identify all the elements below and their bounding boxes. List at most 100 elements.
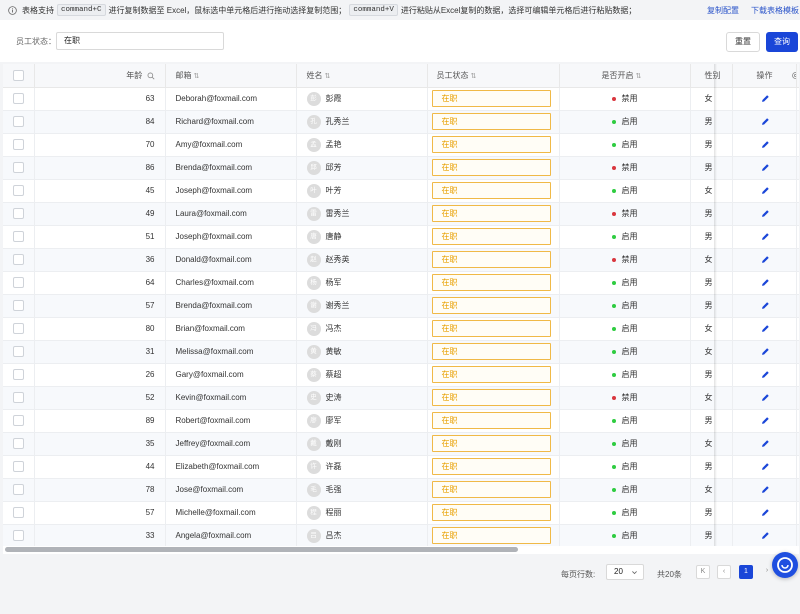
table-row[interactable]: 84 Richard@foxmail.com 孔孔秀兰 在职 启用男	[3, 110, 799, 134]
status-editor[interactable]: 在职	[431, 297, 551, 314]
rows-per-page-select[interactable]: 20	[606, 564, 644, 580]
row-checkbox-cell[interactable]	[3, 432, 35, 456]
sex-cell[interactable]: 男	[690, 363, 733, 387]
status-cell[interactable]: 在职	[427, 409, 560, 433]
status-cell[interactable]: 在职	[427, 363, 560, 387]
status-editor[interactable]: 在职	[431, 435, 551, 452]
edit-pencil-icon[interactable]	[761, 140, 770, 149]
status-editor[interactable]: 在职	[431, 366, 551, 383]
row-checkbox[interactable]	[12, 323, 24, 334]
row-checkbox[interactable]	[12, 415, 24, 426]
age-cell[interactable]: 45	[34, 179, 166, 203]
status-cell[interactable]: 在职	[427, 87, 560, 111]
row-checkbox[interactable]	[12, 93, 24, 104]
enabled-cell[interactable]: 启用	[559, 110, 691, 134]
edit-pencil-icon[interactable]	[761, 324, 770, 333]
enabled-cell[interactable]: 启用	[559, 455, 691, 479]
row-checkbox[interactable]	[12, 116, 24, 127]
enabled-cell[interactable]: 启用	[559, 501, 691, 525]
email-cell[interactable]: Donald@foxmail.com	[165, 248, 297, 272]
table-row[interactable]: 35 Jeffrey@foxmail.com 戴戴刚 在职 启用女	[3, 432, 799, 456]
row-checkbox-cell[interactable]	[3, 524, 35, 548]
enabled-cell[interactable]: 启用	[559, 133, 691, 157]
table-row[interactable]: 70 Amy@foxmail.com 孟孟艳 在职 启用男	[3, 133, 799, 157]
age-cell[interactable]: 33	[34, 524, 166, 548]
enabled-cell[interactable]: 禁用	[559, 248, 691, 272]
age-cell[interactable]: 89	[34, 409, 166, 433]
edit-pencil-icon[interactable]	[761, 186, 770, 195]
status-cell[interactable]: 在职	[427, 133, 560, 157]
email-cell[interactable]: Brenda@foxmail.com	[165, 156, 297, 180]
enabled-cell[interactable]: 启用	[559, 294, 691, 318]
table-row[interactable]: 86 Brenda@foxmail.com 邱邱芳 在职 禁用男	[3, 156, 799, 180]
status-cell[interactable]: 在职	[427, 271, 560, 295]
header-email[interactable]: 邮箱 ⇅	[165, 64, 297, 88]
status-cell[interactable]: 在职	[427, 386, 560, 410]
row-checkbox[interactable]	[12, 231, 24, 242]
edit-pencil-icon[interactable]	[761, 347, 770, 356]
status-cell[interactable]: 在职	[427, 110, 560, 134]
status-cell[interactable]: 在职	[427, 455, 560, 479]
name-cell[interactable]: 彭彭霞	[296, 87, 428, 111]
edit-pencil-icon[interactable]	[761, 370, 770, 379]
row-checkbox-cell[interactable]	[3, 248, 35, 272]
email-cell[interactable]: Amy@foxmail.com	[165, 133, 297, 157]
table-row[interactable]: 44 Elizabeth@foxmail.com 许许磊 在职 启用男	[3, 455, 799, 479]
row-checkbox-cell[interactable]	[3, 156, 35, 180]
status-cell[interactable]: 在职	[427, 225, 560, 249]
select-all-checkbox[interactable]	[12, 69, 24, 81]
age-cell[interactable]: 80	[34, 317, 166, 341]
status-cell[interactable]: 在职	[427, 432, 560, 456]
row-checkbox[interactable]	[12, 530, 24, 541]
email-cell[interactable]: Jose@foxmail.com	[165, 478, 297, 502]
sex-cell[interactable]: 男	[690, 455, 733, 479]
age-cell[interactable]: 64	[34, 271, 166, 295]
row-checkbox-cell[interactable]	[3, 202, 35, 226]
name-cell[interactable]: 叶叶芳	[296, 179, 428, 203]
status-cell[interactable]: 在职	[427, 179, 560, 203]
email-cell[interactable]: Kevin@foxmail.com	[165, 386, 297, 410]
enabled-cell[interactable]: 启用	[559, 363, 691, 387]
enabled-cell[interactable]: 启用	[559, 524, 691, 548]
age-cell[interactable]: 44	[34, 455, 166, 479]
edit-pencil-icon[interactable]	[761, 255, 770, 264]
enabled-cell[interactable]: 启用	[559, 317, 691, 341]
edit-pencil-icon[interactable]	[761, 485, 770, 494]
edit-pencil-icon[interactable]	[761, 117, 770, 126]
table-row[interactable]: 26 Gary@foxmail.com 蔡蔡超 在职 启用男	[3, 363, 799, 387]
header-age[interactable]: 年龄	[34, 64, 166, 88]
table-row[interactable]: 57 Michelle@foxmail.com 程程丽 在职 启用男	[3, 501, 799, 525]
status-editor[interactable]: 在职	[431, 228, 551, 245]
sort-icon[interactable]: ⇅	[471, 72, 477, 80]
name-cell[interactable]: 谢谢秀兰	[296, 294, 428, 318]
age-cell[interactable]: 49	[34, 202, 166, 226]
row-checkbox[interactable]	[12, 162, 24, 173]
status-editor[interactable]: 在职	[431, 527, 551, 544]
name-cell[interactable]: 孔孔秀兰	[296, 110, 428, 134]
name-cell[interactable]: 雷雷秀兰	[296, 202, 428, 226]
name-cell[interactable]: 赵赵秀英	[296, 248, 428, 272]
row-checkbox[interactable]	[12, 254, 24, 265]
status-editor[interactable]: 在职	[431, 113, 551, 130]
status-editor[interactable]: 在职	[431, 251, 551, 268]
table-row[interactable]: 78 Jose@foxmail.com 毛毛强 在职 启用女	[3, 478, 799, 502]
row-checkbox-cell[interactable]	[3, 386, 35, 410]
row-checkbox-cell[interactable]	[3, 317, 35, 341]
age-cell[interactable]: 26	[34, 363, 166, 387]
table-row[interactable]: 31 Melissa@foxmail.com 黄黄敏 在职 启用女	[3, 340, 799, 364]
age-cell[interactable]: 63	[34, 87, 166, 111]
status-cell[interactable]: 在职	[427, 524, 560, 548]
row-checkbox-cell[interactable]	[3, 87, 35, 111]
email-cell[interactable]: Brian@foxmail.com	[165, 317, 297, 341]
email-cell[interactable]: Richard@foxmail.com	[165, 110, 297, 134]
table-row[interactable]: 36 Donald@foxmail.com 赵赵秀英 在职 禁用女	[3, 248, 799, 272]
header-sex[interactable]: 性别	[690, 64, 733, 88]
status-cell[interactable]: 在职	[427, 501, 560, 525]
status-cell[interactable]: 在职	[427, 340, 560, 364]
edit-pencil-icon[interactable]	[761, 94, 770, 103]
gear-icon[interactable]	[791, 71, 796, 80]
edit-pencil-icon[interactable]	[761, 439, 770, 448]
row-checkbox[interactable]	[12, 392, 24, 403]
sex-cell[interactable]: 男	[690, 225, 733, 249]
email-cell[interactable]: Charles@foxmail.com	[165, 271, 297, 295]
